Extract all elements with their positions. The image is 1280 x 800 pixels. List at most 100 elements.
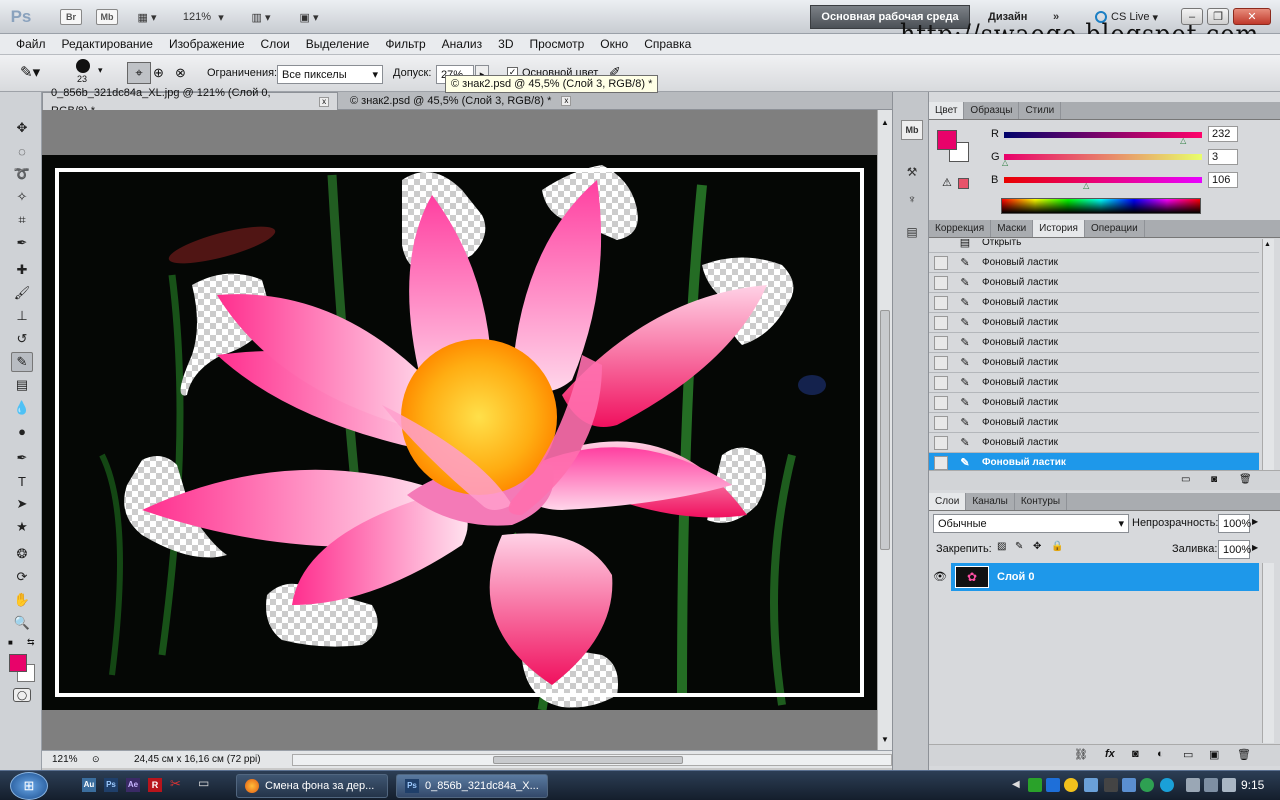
opacity-slider-icon[interactable]: ▶ bbox=[1252, 517, 1258, 526]
tray-skype-icon[interactable] bbox=[1160, 778, 1174, 792]
tab-layers[interactable]: Слои bbox=[929, 493, 967, 510]
green-slider[interactable]: △ bbox=[1002, 154, 1202, 167]
zoom-tool-icon[interactable]: 🔍 bbox=[11, 613, 33, 633]
layer-name[interactable]: Слой 0 bbox=[997, 571, 1034, 583]
marquee-tool-icon[interactable]: ◌ bbox=[11, 141, 33, 161]
audition-quicklaunch-icon[interactable]: Au bbox=[82, 778, 96, 792]
pen-tool-icon[interactable]: ✒ bbox=[11, 448, 33, 468]
history-source-checkbox[interactable] bbox=[934, 255, 948, 270]
tray-app-icon[interactable] bbox=[1028, 778, 1042, 792]
type-tool-icon[interactable]: T bbox=[11, 471, 33, 491]
default-colors-icon[interactable]: ■ bbox=[8, 638, 13, 647]
tray-network-icon[interactable] bbox=[1084, 778, 1098, 792]
start-button[interactable]: ⊞ bbox=[10, 772, 48, 800]
opacity-input[interactable]: 100% bbox=[1218, 514, 1251, 533]
tab-paths[interactable]: Контуры bbox=[1015, 493, 1068, 510]
quick-mask-icon[interactable]: ◯ bbox=[13, 688, 31, 702]
menu-select[interactable]: Выделение bbox=[298, 37, 378, 51]
layer-style-icon[interactable]: fx bbox=[1105, 748, 1115, 760]
canvas-area[interactable] bbox=[42, 110, 877, 750]
scrollbar-thumb[interactable] bbox=[880, 310, 890, 550]
tab-color[interactable]: Цвет bbox=[929, 102, 965, 119]
green-slider-marker-icon[interactable]: △ bbox=[1002, 158, 1008, 167]
history-state-row[interactable]: ✎ Фоновый ластик bbox=[929, 433, 1259, 453]
clone-stamp-tool-icon[interactable]: ⊥ bbox=[11, 306, 33, 326]
gradient-tool-icon[interactable]: ▤ bbox=[11, 375, 33, 395]
history-source-checkbox[interactable] bbox=[934, 435, 948, 450]
new-layer-icon[interactable]: ▣ bbox=[1209, 748, 1219, 761]
notes-icon[interactable]: ▤ bbox=[901, 222, 923, 242]
lock-transparency-icon[interactable]: ▨ bbox=[997, 541, 1006, 552]
3d-rotate-tool-icon[interactable]: ❂ bbox=[11, 544, 33, 564]
view-extras-icon[interactable]: ▦ ▾ bbox=[132, 7, 162, 27]
tab-lotus-jpg[interactable]: 0_856b_321dc84a_XL.jpg @ 121% (Слой 0, R… bbox=[42, 87, 338, 117]
tab-adjustments[interactable]: Коррекция bbox=[929, 220, 992, 237]
dodge-tool-icon[interactable]: ● bbox=[11, 421, 33, 441]
menu-edit[interactable]: Редактирование bbox=[54, 37, 161, 51]
scroll-up-icon[interactable]: ▲ bbox=[1264, 241, 1271, 248]
taskbar-clock[interactable]: 9:15 bbox=[1241, 778, 1264, 792]
acrobat-quicklaunch-icon[interactable]: ✂ bbox=[170, 776, 181, 792]
lock-position-icon[interactable]: ✥ bbox=[1033, 541, 1041, 552]
color-ramp[interactable] bbox=[1001, 198, 1201, 214]
history-state-row[interactable]: ✎ Фоновый ластик bbox=[929, 253, 1259, 273]
horizontal-scrollbar-thumb[interactable] bbox=[493, 756, 683, 764]
quick-selection-tool-icon[interactable]: ✧ bbox=[11, 187, 33, 207]
history-source-checkbox[interactable] bbox=[934, 375, 948, 390]
tray-flag-icon[interactable] bbox=[1186, 778, 1200, 792]
mini-bridge-button[interactable]: Mb bbox=[96, 9, 118, 25]
history-source-checkbox[interactable] bbox=[934, 415, 948, 430]
lasso-tool-icon[interactable]: ➰ bbox=[11, 164, 33, 184]
background-eraser-tool-icon[interactable]: ✎ bbox=[11, 352, 33, 372]
delete-layer-icon[interactable]: 🗑 bbox=[1237, 748, 1251, 761]
path-selection-tool-icon[interactable]: ➤ bbox=[11, 494, 33, 514]
move-tool-icon[interactable]: ✥ bbox=[11, 118, 33, 138]
vertical-scrollbar[interactable]: ▲ ▼ bbox=[877, 110, 892, 750]
scroll-up-icon[interactable]: ▲ bbox=[881, 118, 889, 127]
history-state-row[interactable]: ✎ Фоновый ластик bbox=[929, 313, 1259, 333]
zoom-dropdown-icon[interactable]: ▾ bbox=[214, 7, 228, 27]
history-source-checkbox[interactable] bbox=[934, 355, 948, 370]
tab-swatches[interactable]: Образцы bbox=[964, 102, 1020, 119]
menu-filter[interactable]: Фильтр bbox=[377, 37, 433, 51]
foreground-color-swatch[interactable] bbox=[9, 654, 27, 672]
background-eraser-tool-preset-icon[interactable]: ✎▾ bbox=[20, 63, 50, 83]
fill-slider-icon[interactable]: ▶ bbox=[1252, 543, 1258, 552]
tray-keyboard-icon[interactable] bbox=[1046, 778, 1060, 792]
tab-actions[interactable]: Операции bbox=[1085, 220, 1145, 237]
history-source-checkbox[interactable] bbox=[934, 335, 948, 350]
menu-window[interactable]: Окно bbox=[592, 37, 636, 51]
history-source-checkbox[interactable] bbox=[934, 315, 948, 330]
scroll-down-icon[interactable]: ▼ bbox=[881, 735, 889, 744]
history-scrollbar[interactable]: ▲ bbox=[1262, 239, 1274, 481]
taskbar-photoshop-window[interactable]: Ps 0_856b_321dc84a_X... bbox=[396, 774, 548, 798]
history-source-checkbox[interactable] bbox=[934, 455, 948, 470]
history-state-row[interactable]: ✎ Фоновый ластик bbox=[929, 393, 1259, 413]
history-source-checkbox[interactable] bbox=[934, 275, 948, 290]
healing-brush-tool-icon[interactable]: ✚ bbox=[11, 260, 33, 280]
zoom-level[interactable]: 121% bbox=[182, 7, 212, 27]
history-state-row[interactable]: ✎ Фоновый ластик bbox=[929, 353, 1259, 373]
horizontal-scrollbar[interactable] bbox=[292, 754, 892, 766]
shape-tool-icon[interactable]: ★ bbox=[11, 517, 33, 537]
reader-quicklaunch-icon[interactable]: R bbox=[148, 778, 162, 792]
menu-3d[interactable]: 3D bbox=[490, 37, 521, 51]
green-value-input[interactable]: 3 bbox=[1208, 149, 1238, 165]
tab-znak2-psd[interactable]: © знак2.psd @ 45,5% (Слой 3, RGB/8) * x bbox=[342, 92, 634, 110]
screen-mode-icon[interactable]: ▣ ▾ bbox=[292, 7, 326, 27]
status-zoom[interactable]: 121% bbox=[52, 754, 92, 765]
menu-help[interactable]: Справка bbox=[636, 37, 699, 51]
mini-bridge-panel-icon[interactable]: Mb bbox=[901, 120, 923, 140]
history-source-checkbox[interactable] bbox=[934, 395, 948, 410]
tab-channels[interactable]: Каналы bbox=[966, 493, 1015, 510]
tool-presets-icon[interactable]: ⚒ bbox=[901, 162, 923, 182]
document-canvas[interactable] bbox=[42, 155, 877, 710]
tray-bluetooth-icon[interactable] bbox=[1122, 778, 1136, 792]
history-open-row[interactable]: ▤ Открыть bbox=[929, 239, 1259, 253]
tray-network-status-icon[interactable] bbox=[1204, 778, 1218, 792]
new-document-from-state-icon[interactable]: ▭ bbox=[1181, 474, 1190, 485]
blue-slider-marker-icon[interactable]: △ bbox=[1083, 181, 1089, 190]
tab-masks[interactable]: Маски bbox=[991, 220, 1034, 237]
adjustment-layer-icon[interactable]: ◐ bbox=[1157, 748, 1164, 760]
status-info-icon[interactable]: ⊙ bbox=[92, 754, 108, 765]
